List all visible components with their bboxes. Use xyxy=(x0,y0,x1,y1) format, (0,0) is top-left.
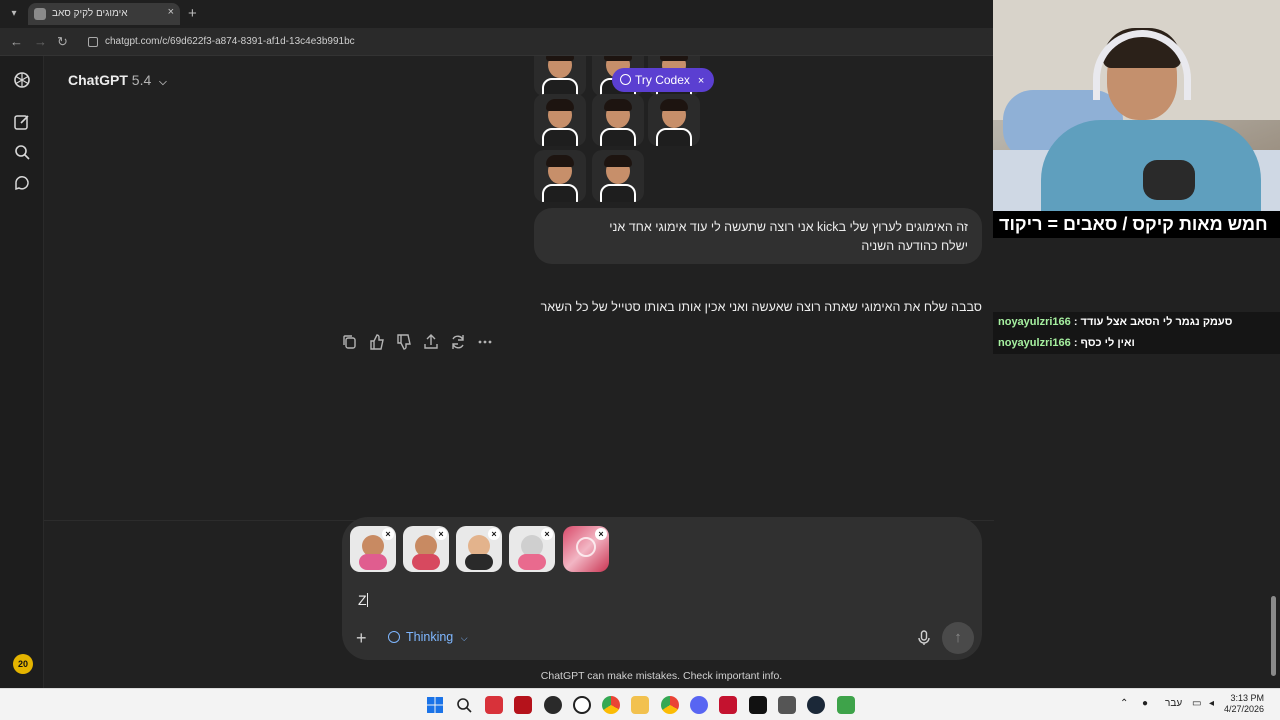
disclaimer: ChatGPT can make mistakes. Check importa… xyxy=(540,670,783,682)
taskbar: ⌃ ● עבר ▭ ◂ 3:13 PM 4/27/2026 xyxy=(0,688,1280,720)
thinking-label: Thinking xyxy=(406,630,454,644)
attachment-thumb-uploading[interactable]: × xyxy=(563,526,609,572)
attachment-thumb[interactable]: × xyxy=(350,526,396,572)
attachment-thumb[interactable]: × xyxy=(456,526,502,572)
thumbs-up-icon[interactable] xyxy=(367,332,387,352)
chat-user: noyayulzri166 xyxy=(998,316,1071,328)
text-caret xyxy=(366,593,368,607)
emoji-thumb xyxy=(534,56,586,96)
language-indicator[interactable]: עבר xyxy=(1165,698,1182,709)
chat-line: noyayulzri166 : ואין לי כסף xyxy=(993,333,1280,354)
model-selector[interactable]: ChatGPT 5.4 ⌵ xyxy=(68,72,167,88)
url-text[interactable]: chatgpt.com/c/69d622f3-a874-8391-af1d-13… xyxy=(105,36,355,47)
timer-icon xyxy=(388,631,400,643)
reload-icon[interactable]: ↻ xyxy=(57,34,68,50)
volume-icon[interactable]: ◂ xyxy=(1209,698,1214,709)
new-chat-icon[interactable] xyxy=(12,112,32,132)
remove-attachment-button[interactable]: × xyxy=(595,528,607,540)
chrome-profile-icon[interactable] xyxy=(661,696,679,714)
emoji-thumb xyxy=(534,150,586,202)
game-app-icon[interactable] xyxy=(837,696,855,714)
file-explorer-icon[interactable] xyxy=(631,696,649,714)
search-icon[interactable] xyxy=(455,696,473,714)
codex-label: Try Codex xyxy=(635,73,690,87)
webcam-overlay xyxy=(993,0,1280,211)
openai-logo-icon[interactable] xyxy=(12,70,32,90)
prompt-input-value: Z xyxy=(358,592,367,608)
microphone-arm-image xyxy=(1143,160,1195,200)
site-info-icon[interactable] xyxy=(88,37,98,47)
chevron-down-icon: ⌵ xyxy=(159,77,167,88)
assistant-message: סבבה שלח את האימוגי שאתה רוצה שאעשה ואני… xyxy=(540,300,982,314)
send-button[interactable]: ↑ xyxy=(942,622,974,654)
remove-attachment-button[interactable]: × xyxy=(541,528,553,540)
remove-attachment-button[interactable]: × xyxy=(382,528,394,540)
thumbs-down-icon[interactable] xyxy=(394,332,414,352)
upload-spinner-icon xyxy=(576,537,596,557)
attachment-thumb[interactable]: × xyxy=(403,526,449,572)
screen: ▾ אימוגים לקיק סאב × + ← → ↻ chatgpt.com… xyxy=(0,0,1280,720)
clock-time: 3:13 PM xyxy=(1230,693,1264,703)
forward-arrow-icon[interactable]: → xyxy=(34,34,47,49)
user-message-bubble: זה האימוגים לערוץ שלי בkick אני רוצה שתע… xyxy=(534,208,982,264)
tab-search-icon[interactable]: ▾ xyxy=(6,6,22,22)
github-icon[interactable] xyxy=(573,696,591,714)
emoji-thumb xyxy=(592,150,644,202)
try-codex-button[interactable]: Try Codex × xyxy=(612,68,715,92)
chrome-icon[interactable] xyxy=(602,696,620,714)
search-icon[interactable] xyxy=(12,142,32,162)
chevron-up-icon[interactable]: ⌃ xyxy=(1120,698,1128,709)
remove-attachment-button[interactable]: × xyxy=(488,528,500,540)
model-version: 5.4 xyxy=(131,72,152,88)
scrollbar[interactable] xyxy=(1271,596,1276,676)
discord-icon[interactable] xyxy=(690,696,708,714)
steam-icon[interactable] xyxy=(807,696,825,714)
microphone-icon[interactable] xyxy=(917,630,931,646)
tab-title: אימוגים לקיק סאב xyxy=(52,8,128,19)
browser-tab[interactable]: אימוגים לקיק סאב × xyxy=(28,3,180,25)
attachment-thumb[interactable]: × xyxy=(509,526,555,572)
clock[interactable]: 3:13 PM 4/27/2026 xyxy=(1224,693,1264,715)
clock-date: 4/27/2026 xyxy=(1224,704,1265,714)
copy-icon[interactable] xyxy=(340,332,360,352)
chevron-down-icon: ⌵ xyxy=(460,633,468,643)
chat-message: ואין לי כסף xyxy=(1080,337,1135,349)
recorder-app-icon[interactable] xyxy=(485,696,503,714)
windows-start-icon[interactable] xyxy=(426,696,444,714)
chat-user: noyayulzri166 xyxy=(998,337,1071,349)
network-icon[interactable]: ▭ xyxy=(1192,698,1201,709)
red-app-icon[interactable] xyxy=(514,696,532,714)
chat-line: noyayulzri166 : סעמק נגמר לי הסאב אצל עו… xyxy=(993,312,1280,333)
user-message-line: זה האימוגים לערוץ שלי בkick אני רוצה שתע… xyxy=(609,220,968,234)
chat-message: סעמק נגמר לי הסאב אצל עודד xyxy=(1080,316,1233,328)
obs-icon[interactable] xyxy=(544,696,562,714)
thinking-mode-button[interactable]: Thinking ⌵ xyxy=(388,630,468,644)
back-arrow-icon[interactable]: ← xyxy=(10,34,23,49)
user-message-line: ישלח כהודעה השניה xyxy=(861,239,968,253)
prompt-input[interactable]: Z xyxy=(358,592,368,608)
tab-close-button[interactable]: × xyxy=(168,6,174,18)
emoji-thumb xyxy=(534,94,586,146)
add-button[interactable]: + xyxy=(356,628,367,649)
tab-favicon-icon xyxy=(34,8,46,20)
more-icon[interactable] xyxy=(475,332,495,352)
stream-caption: חמש מאות קיקס / סאבים = ריקוד xyxy=(993,211,1280,238)
new-tab-button[interactable]: + xyxy=(188,5,197,22)
remove-attachment-button[interactable]: × xyxy=(435,528,447,540)
capcut-icon[interactable] xyxy=(749,696,767,714)
codex-icon xyxy=(620,74,631,85)
adobe-icon[interactable] xyxy=(719,696,737,714)
stream-chat: noyayulzri166 : סעמק נגמר לי הסאב אצל עו… xyxy=(993,312,1280,354)
codex-close-button[interactable]: × xyxy=(698,75,704,87)
app-icon[interactable] xyxy=(778,696,796,714)
share-icon[interactable] xyxy=(421,332,441,352)
emoji-thumb xyxy=(592,94,644,146)
sidebar: 20 xyxy=(0,56,44,688)
microphone-tray-icon[interactable]: ● xyxy=(1142,698,1148,709)
regenerate-icon[interactable] xyxy=(448,332,468,352)
emoji-thumb xyxy=(648,94,700,146)
app-name: ChatGPT xyxy=(68,72,128,88)
chats-icon[interactable] xyxy=(12,173,32,193)
